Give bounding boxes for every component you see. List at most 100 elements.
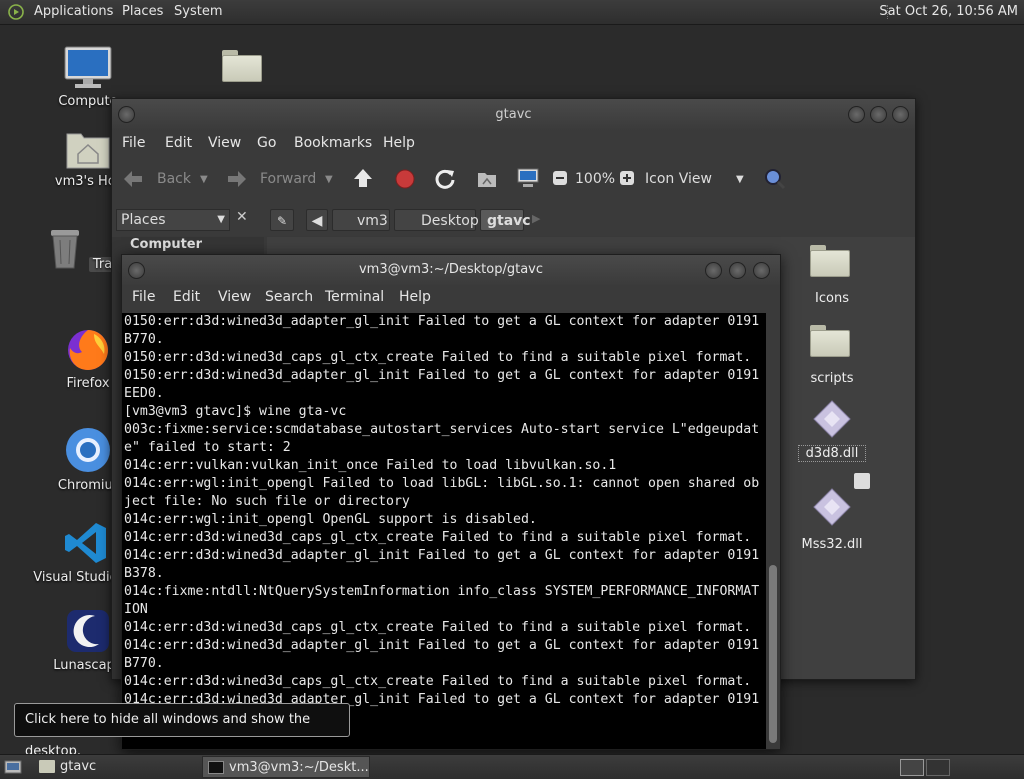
file-item-label: scripts [810,371,854,386]
home-folder-icon [66,133,110,169]
search-icon[interactable] [763,167,787,191]
forward-button[interactable]: Forward [260,171,316,187]
stop-icon[interactable] [394,168,416,190]
window-menu-button[interactable] [128,262,145,279]
system-menu[interactable]: System [174,4,222,19]
minimize-button[interactable] [848,106,865,123]
terminal-titlebar[interactable]: vm3@vm3:~/Desktop/gtavc [122,255,780,285]
file-item[interactable]: Icons [800,245,864,306]
desktop-icon-folder[interactable] [196,50,292,88]
up-arrow-icon[interactable] [352,167,374,191]
show-desktop-tooltip: Click here to hide all windows and show … [14,703,350,759]
sidebar-selector-label: Places [121,212,166,228]
back-arrow-icon[interactable] [122,169,144,189]
file-manager-toolbar: Back ▼ Forward ▼ 100% Icon View ▼ [112,157,915,204]
menu-file[interactable]: File [122,135,145,151]
file-item[interactable]: scripts [800,325,864,386]
bottom-panel: gtavc vm3@vm3:~/Deskt... [0,754,1024,779]
forward-arrow-icon[interactable] [226,169,248,189]
computer-icon [64,46,112,88]
task-terminal[interactable]: vm3@vm3:~/Deskt... [202,756,370,778]
reload-icon[interactable] [434,168,456,190]
menu-go[interactable]: Go [257,135,276,151]
home-icon[interactable] [476,168,498,190]
file-manager-titlebar[interactable]: gtavc [112,99,915,131]
terminal-scrollbar[interactable] [766,313,780,749]
workspace-2[interactable] [926,759,950,776]
maximize-button[interactable] [729,262,746,279]
close-button[interactable] [753,262,770,279]
breadcrumb-label: vm3 [357,213,388,229]
zoom-out-icon[interactable] [552,170,568,186]
view-mode-select[interactable]: Icon View [645,171,712,187]
show-desktop-icon[interactable] [4,759,22,775]
computer-icon[interactable] [516,167,540,189]
close-sidebar-icon[interactable]: ✕ [236,209,248,225]
terminal-line: 014c:err:d3d:wined3d_adapter_gl_init Fai… [124,638,760,653]
chevron-left-icon: ◀ [311,213,323,229]
places-menu[interactable]: Places [122,4,163,19]
window-menu-button[interactable] [118,106,135,123]
terminal-output[interactable]: 0150:err:d3d:wined3d_adapter_gl_init Fai… [122,313,768,749]
chevron-down-icon[interactable]: ▼ [200,174,208,185]
breadcrumb-vm3[interactable]: vm3 [332,209,390,231]
terminal-line: 014c:err:d3d:wined3d_caps_gl_ctx_create … [124,674,752,689]
file-item[interactable]: Mss32.dll [798,473,870,552]
terminal-line: 0150:err:d3d:wined3d_adapter_gl_init Fai… [124,368,760,383]
gnome-foot-icon[interactable] [8,4,24,20]
chevron-down-icon[interactable]: ▼ [736,174,744,185]
zoom-level: 100% [575,171,616,187]
menu-help[interactable]: Help [399,289,431,305]
lunascape-icon [67,610,109,652]
menu-help[interactable]: Help [383,135,415,151]
breadcrumb-desktop[interactable]: Desktop [394,209,479,231]
terminal-line: 0150:err:d3d:wined3d_caps_gl_ctx_create … [124,350,752,365]
clock[interactable]: Sat Oct 26, 10:56 AM [879,4,1018,19]
terminal-line: ION [124,602,148,617]
terminal-icon [208,761,224,774]
chevron-down-icon: ▼ [217,214,225,225]
chevron-right-icon[interactable]: ▶ [532,212,540,225]
task-file-manager[interactable]: gtavc [34,756,194,778]
scrollbar-thumb[interactable] [769,565,777,743]
breadcrumb-label: gtavc [487,213,531,229]
close-button[interactable] [892,106,909,123]
back-button[interactable]: Back [157,171,191,187]
file-item-label: Mss32.dll [801,537,863,552]
zoom-in-icon[interactable] [619,170,635,186]
terminal-line: 014c:err:d3d:wined3d_caps_gl_ctx_create … [124,620,752,635]
terminal-line: B770. [124,656,164,671]
sidebar-selector[interactable]: Places ▼ [116,209,230,231]
file-item-label: Icons [815,291,849,306]
menu-search[interactable]: Search [265,289,313,305]
edit-location-button[interactable]: ✎ [270,209,294,231]
menu-file[interactable]: File [132,289,155,305]
menu-bookmarks[interactable]: Bookmarks [294,135,372,151]
menu-view[interactable]: View [218,289,251,305]
maximize-button[interactable] [870,106,887,123]
menu-view[interactable]: View [208,135,241,151]
trash-icon [50,230,79,269]
window-title: vm3@vm3:~/Desktop/gtavc [358,262,544,277]
path-left-button[interactable]: ◀ [306,209,328,231]
terminal-line: 003c:fixme:service:scmdatabase_autostart… [124,422,760,437]
applications-menu[interactable]: Applications [34,4,113,19]
workspace-1[interactable] [900,759,924,776]
menu-edit[interactable]: Edit [165,135,192,151]
terminal-line: EED0. [124,386,164,401]
terminal-line: 0150:err:d3d:wined3d_adapter_gl_init Fai… [124,314,760,329]
breadcrumb-gtavc[interactable]: gtavc [480,209,531,231]
file-item[interactable]: d3d8.dll [798,399,866,462]
chevron-down-icon[interactable]: ▼ [325,174,333,185]
firefox-icon [68,330,108,370]
terminal-line: 014c:err:d3d:wined3d_adapter_gl_init Fai… [124,548,760,563]
folder-icon [810,325,854,363]
vscode-icon [65,523,106,563]
file-item-label: d3d8.dll [798,445,866,462]
menu-edit[interactable]: Edit [173,289,200,305]
minimize-button[interactable] [705,262,722,279]
dll-file-icon [813,488,851,526]
terminal-line: ject file: No such file or directory [124,494,410,509]
breadcrumb-label: Desktop [421,213,479,229]
menu-terminal[interactable]: Terminal [325,289,384,305]
